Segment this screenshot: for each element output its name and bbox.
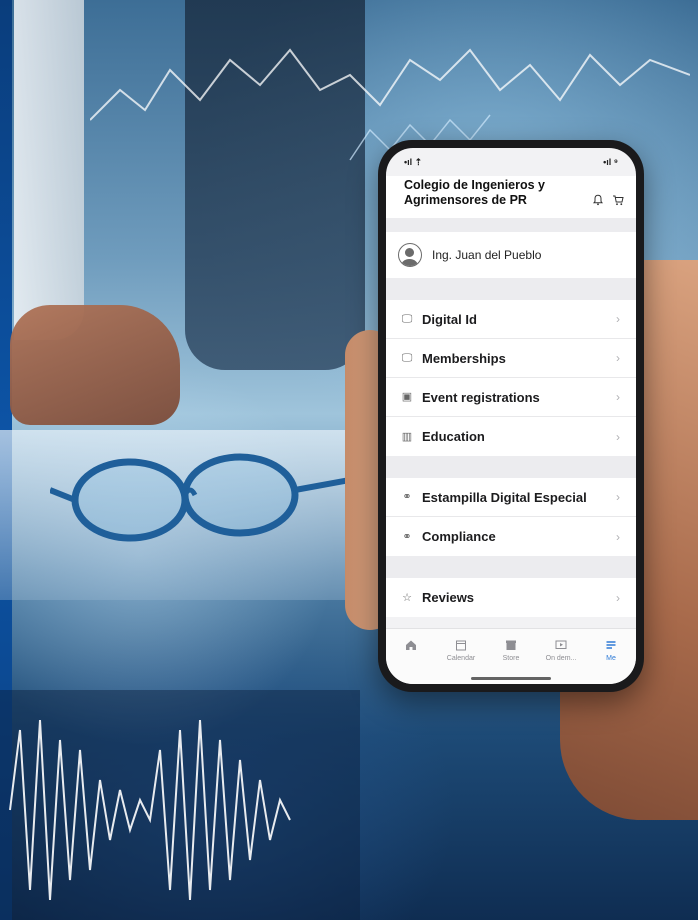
status-left: •ıl ⇡ (404, 156, 423, 167)
menu-item-education[interactable]: ▥ Education › (386, 417, 636, 456)
calendar-icon: ▣ (401, 391, 413, 403)
tab-on-demand[interactable]: On dem... (541, 639, 581, 662)
user-circle-icon (398, 243, 422, 267)
background-waveform (0, 690, 360, 920)
tab-label: On dem... (545, 655, 577, 662)
profile-name: Ing. Juan del Pueblo (432, 248, 542, 262)
status-bar: •ıl ⇡ •ıl ⁹ (386, 148, 636, 176)
app-header: Colegio de Ingenieros y Agrimensores de … (386, 176, 636, 218)
section-spacer (386, 456, 636, 478)
menu-item-label: Estampilla Digital Especial (422, 489, 587, 505)
chevron-right-icon: › (616, 490, 620, 504)
video-icon (555, 640, 567, 649)
chevron-right-icon: › (616, 351, 620, 365)
menu-group-reviews: ☆ Reviews › (386, 578, 636, 617)
background-person-coat (14, 0, 84, 340)
menu-group-account: 🖵 Digital Id › 🖵 Memberships › ▣ Event r… (386, 300, 636, 456)
menu-item-label: Event registrations (422, 389, 540, 405)
chevron-right-icon: › (616, 390, 620, 404)
menu-item-memberships[interactable]: 🖵 Memberships › (386, 339, 636, 378)
menu-group-compliance: ⚭ Estampilla Digital Especial › ⚭ Compli… (386, 478, 636, 556)
bell-icon[interactable] (592, 194, 604, 206)
menu-item-reviews[interactable]: ☆ Reviews › (386, 578, 636, 617)
chevron-right-icon: › (616, 429, 620, 444)
monitor-icon: 🖵 (401, 313, 413, 325)
chevron-right-icon: › (616, 590, 620, 605)
menu-item-digital-id[interactable]: 🖵 Digital Id › (386, 300, 636, 339)
calendar-icon (456, 640, 466, 651)
link-icon: ⚭ (402, 491, 412, 503)
tab-calendar[interactable]: Calendar (441, 639, 481, 662)
phone-screen: •ıl ⇡ •ıl ⁹ Colegio de Ingenieros y Agri… (386, 148, 636, 684)
menu-item-label: Compliance (422, 529, 496, 544)
home-indicator (471, 677, 551, 680)
menu-item-estampilla-digital[interactable]: ⚭ Estampilla Digital Especial › (386, 478, 636, 517)
chevron-right-icon: › (616, 529, 620, 544)
menu-icon (606, 641, 616, 649)
tab-label: Store (502, 655, 520, 662)
tab-me[interactable]: Me (591, 639, 631, 662)
background-eyeglasses (50, 453, 350, 542)
background-hand-pen (10, 305, 180, 425)
menu-item-label: Digital Id (422, 311, 477, 327)
menu-item-label: Reviews (422, 590, 475, 605)
menu-item-label: Education (422, 429, 485, 444)
bottom-tab-bar: Calendar Store On dem... Me (386, 628, 636, 684)
home-icon (406, 640, 416, 650)
link-icon: ⚭ (402, 530, 412, 543)
star-icon: ☆ (402, 591, 412, 604)
chevron-right-icon: › (616, 312, 620, 326)
tab-label: Calendar (446, 655, 476, 662)
library-icon: ▥ (401, 430, 413, 443)
tab-label: Me (606, 655, 616, 662)
menu-item-label: Memberships (422, 350, 506, 366)
store-icon (506, 640, 516, 650)
section-spacer (386, 218, 636, 232)
section-spacer (386, 278, 636, 300)
phone-frame: •ıl ⇡ •ıl ⁹ Colegio de Ingenieros y Agri… (378, 140, 644, 692)
section-spacer (386, 556, 636, 578)
cart-icon[interactable] (612, 194, 624, 206)
menu-item-compliance[interactable]: ⚭ Compliance › (386, 517, 636, 556)
tab-store[interactable]: Store (491, 639, 531, 662)
profile-row[interactable]: Ing. Juan del Pueblo (386, 232, 636, 278)
organization-title: Colegio de Ingenieros y Agrimensores de … (404, 178, 545, 207)
monitor-icon: 🖵 (401, 352, 413, 364)
menu-item-event-registrations[interactable]: ▣ Event registrations › (386, 378, 636, 417)
status-right: •ıl ⁹ (603, 157, 618, 167)
tab-home[interactable] (391, 639, 431, 655)
